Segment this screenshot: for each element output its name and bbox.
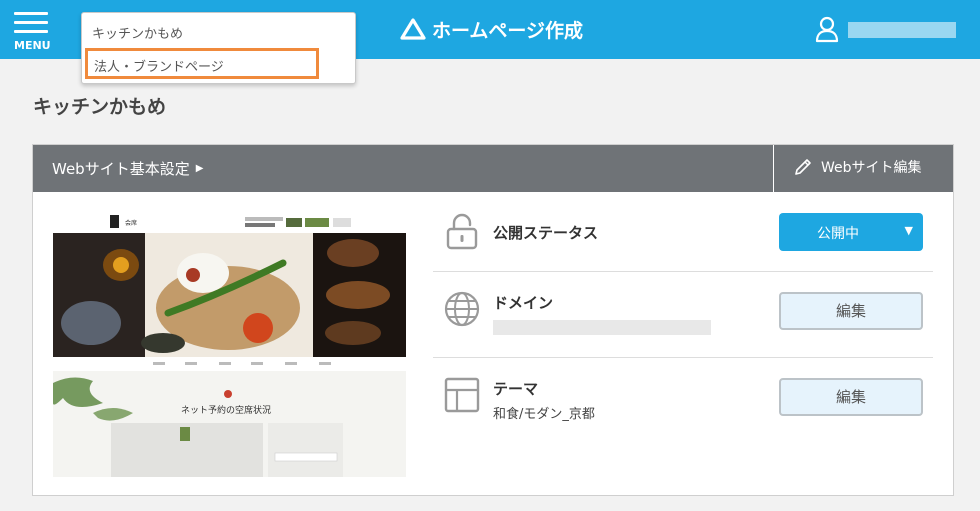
app-brand[interactable]: ホームページ作成 <box>400 14 583 44</box>
hamburger-icon <box>14 12 48 15</box>
header-divider <box>773 145 774 192</box>
row-divider <box>433 271 933 272</box>
domain-value <box>493 320 711 335</box>
lock-open-icon <box>446 213 478 250</box>
site-preview-image: 会席 ネット予約の空席状況 <box>53 213 406 477</box>
pencil-icon <box>795 159 811 175</box>
menu-button[interactable]: MENU <box>10 10 54 54</box>
user-name[interactable] <box>848 22 956 38</box>
domain-label: ドメイン <box>493 294 554 312</box>
row-divider <box>433 357 933 358</box>
layout-icon <box>444 377 480 413</box>
triangle-right-icon: ▶ <box>195 163 204 174</box>
user-icon[interactable] <box>814 15 840 43</box>
caret-down-icon: ▼ <box>904 224 913 237</box>
menu-label: MENU <box>14 39 51 52</box>
site-preview-thumbnail[interactable]: 会席 ネット予約の空席状況 <box>53 213 406 477</box>
dropdown-option-brand-page[interactable]: 法人・ブランドページ <box>85 48 319 79</box>
preview-logo-text: 会席 <box>125 219 137 227</box>
publish-status-dropdown[interactable]: 公開中 ▼ <box>779 213 923 251</box>
site-dropdown[interactable]: キッチンかもめ 法人・ブランドページ <box>81 12 356 84</box>
triangle-logo-icon <box>400 18 426 40</box>
preview-reservation-heading: ネット予約の空席状況 <box>181 404 271 416</box>
page-title: キッチンかもめ <box>33 96 167 118</box>
hamburger-icon-bar <box>14 21 48 24</box>
hamburger-icon-bar <box>14 30 48 33</box>
domain-edit-button[interactable]: 編集 <box>779 292 923 330</box>
site-settings-panel: Webサイト基本設定 ▶ Webサイト編集 会席 ネット予約の空席状況 公開ステ… <box>32 144 954 496</box>
theme-label: テーマ <box>493 380 539 398</box>
edit-site-label: Webサイト編集 <box>821 160 922 176</box>
panel-header: Webサイト基本設定 ▶ Webサイト編集 <box>33 145 953 192</box>
site-settings-title: Webサイト基本設定 <box>52 160 190 178</box>
site-settings-toggle[interactable]: Webサイト基本設定 ▶ <box>52 158 203 179</box>
theme-edit-button[interactable]: 編集 <box>779 378 923 416</box>
edit-site-button[interactable]: Webサイト編集 <box>793 157 922 177</box>
theme-value: 和食/モダン_京都 <box>493 407 595 422</box>
status-value: 公開中 <box>817 226 859 242</box>
status-label: 公開ステータス <box>493 224 599 242</box>
globe-icon <box>444 291 480 327</box>
app-title: ホームページ作成 <box>432 19 584 42</box>
dropdown-option-current-site[interactable]: キッチンかもめ <box>92 23 183 42</box>
